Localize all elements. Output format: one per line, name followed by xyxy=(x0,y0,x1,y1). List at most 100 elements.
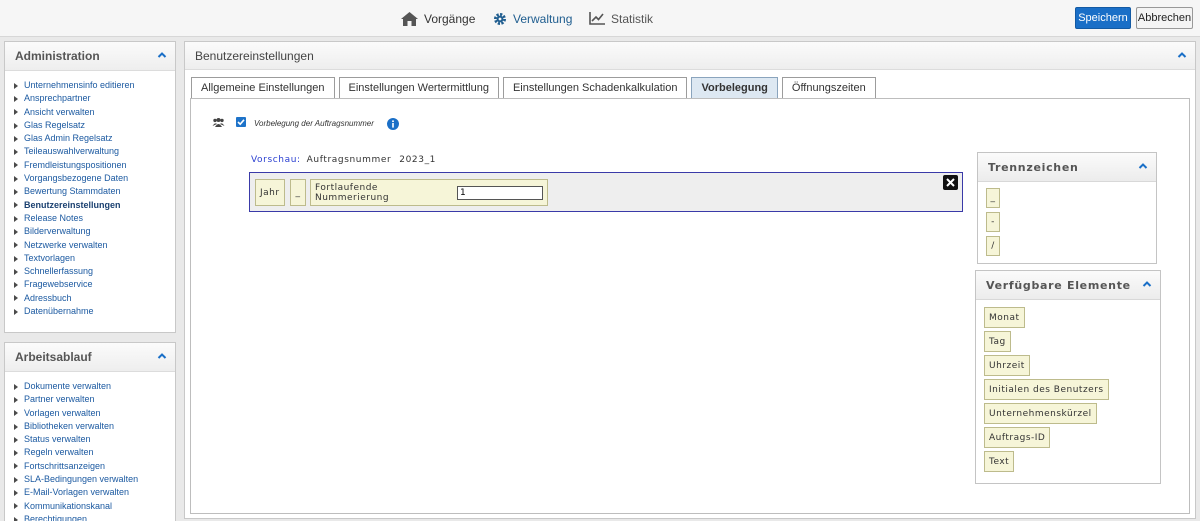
separator-underscore[interactable]: _ xyxy=(986,188,1000,208)
sidebar-item-berechtigungen[interactable]: Berechtigungen xyxy=(14,513,175,521)
triangle-right-icon xyxy=(14,282,18,289)
preview-value: 2023_1 xyxy=(399,155,437,165)
element-tag[interactable]: Tag xyxy=(984,331,1011,352)
save-button[interactable]: Speichern xyxy=(1075,7,1131,29)
sidebar-item-vorgangsdaten[interactable]: Vorgangsbezogene Daten xyxy=(14,172,175,185)
element-unternehmenskuerzel[interactable]: Unternehmenskürzel xyxy=(984,403,1097,424)
triangle-right-icon xyxy=(14,242,18,249)
triangle-right-icon xyxy=(14,503,18,510)
chevron-up-icon[interactable] xyxy=(1142,279,1152,289)
sidebar-item-teileauswahl[interactable]: Teileauswahlverwaltung xyxy=(14,145,175,158)
token-jahr[interactable]: Jahr xyxy=(255,179,285,206)
sidebar-item-sla[interactable]: SLA-Bedingungen verwalten xyxy=(14,473,175,486)
sidebar-item-ansicht[interactable]: Ansicht verwalten xyxy=(14,106,175,119)
separators-title: Trennzeichen xyxy=(988,160,1079,174)
separators-header[interactable]: Trennzeichen xyxy=(978,153,1156,182)
triangle-right-icon xyxy=(14,436,18,443)
sidebar-item-email-vorlagen[interactable]: E-Mail-Vorlagen verwalten xyxy=(14,486,175,499)
sidebar-item-fragewebservice[interactable]: Fragewebservice xyxy=(14,278,175,291)
triangle-right-icon xyxy=(14,476,18,483)
token-fortlaufende-nummerierung[interactable]: Fortlaufende Nummerierung xyxy=(310,179,548,206)
sidebar-item-fremdleistung[interactable]: Fremdleistungspositionen xyxy=(14,159,175,172)
triangle-right-icon xyxy=(14,295,18,302)
sidebar-item-datenuebernahme[interactable]: Datenübernahme xyxy=(14,305,175,318)
workflow-panel: Arbeitsablauf Dokumente verwalten Partne… xyxy=(4,342,176,521)
sidebar-item-schnellerfassung[interactable]: Schnellerfassung xyxy=(14,265,175,278)
home-icon xyxy=(401,11,418,26)
nav-vorgaenge[interactable]: Vorgänge xyxy=(401,0,475,37)
triangle-right-icon xyxy=(14,255,18,262)
chevron-up-icon[interactable] xyxy=(157,351,167,361)
administration-panel: Administration Unternehmensinfo editiere… xyxy=(4,41,176,333)
element-initialen[interactable]: Initialen des Benutzers xyxy=(984,379,1109,400)
element-monat[interactable]: Monat xyxy=(984,307,1025,328)
triangle-right-icon xyxy=(14,135,18,142)
format-dropzone[interactable]: Jahr _ Fortlaufende Nummerierung xyxy=(249,172,963,212)
counter-start-input[interactable] xyxy=(457,185,543,200)
tab-einstellungen-wertermittlung[interactable]: Einstellungen Wertermittlung xyxy=(338,77,499,98)
sidebar-item-regeln[interactable]: Regeln verwalten xyxy=(14,446,175,459)
separator-dash[interactable]: - xyxy=(986,212,1000,232)
close-button[interactable] xyxy=(943,175,958,190)
administration-panel-header[interactable]: Administration xyxy=(5,42,175,71)
tab-vorbelegung[interactable]: Vorbelegung xyxy=(691,77,778,98)
triangle-right-icon xyxy=(14,410,18,417)
chart-icon xyxy=(589,12,605,25)
info-icon[interactable] xyxy=(387,118,399,130)
separators-box: Trennzeichen _ - / xyxy=(977,152,1157,264)
chevron-up-icon[interactable] xyxy=(1177,50,1187,60)
tab-allgemeine-einstellungen[interactable]: Allgemeine Einstellungen xyxy=(191,77,335,98)
element-text[interactable]: Text xyxy=(984,451,1015,472)
triangle-right-icon xyxy=(14,516,18,521)
administration-title: Administration xyxy=(15,49,100,63)
sidebar-item-unternehmensinfo[interactable]: Unternehmensinfo editieren xyxy=(14,79,175,92)
sidebar-item-release-notes[interactable]: Release Notes xyxy=(14,212,175,225)
sidebar-item-vorlagen[interactable]: Vorlagen verwalten xyxy=(14,407,175,420)
sidebar-item-ansprechpartner[interactable]: Ansprechpartner xyxy=(14,92,175,105)
nav-verwaltung-label: Verwaltung xyxy=(513,11,573,26)
sidebar-item-kommunikationskanal[interactable]: Kommunikationskanal xyxy=(14,500,175,513)
element-uhrzeit[interactable]: Uhrzeit xyxy=(984,355,1030,376)
sidebar-item-glas-admin-regelsatz[interactable]: Glas Admin Regelsatz xyxy=(14,132,175,145)
sidebar-item-glas-regelsatz[interactable]: Glas Regelsatz xyxy=(14,119,175,132)
token-separator[interactable]: _ xyxy=(290,179,306,206)
workflow-panel-header[interactable]: Arbeitsablauf xyxy=(5,343,175,372)
separator-slash[interactable]: / xyxy=(986,236,1000,256)
tab-einstellungen-schadenkalkulation[interactable]: Einstellungen Schadenkalkulation xyxy=(502,77,688,98)
main-panel-header[interactable]: Benutzereinstellungen xyxy=(185,42,1195,70)
sidebar-item-textvorlagen[interactable]: Textvorlagen xyxy=(14,252,175,265)
sidebar-item-adressbuch[interactable]: Adressbuch xyxy=(14,292,175,305)
sidebar-item-fortschritt[interactable]: Fortschrittsanzeigen xyxy=(14,460,175,473)
sidebar-item-bibliotheken[interactable]: Bibliotheken verwalten xyxy=(14,420,175,433)
triangle-right-icon xyxy=(14,122,18,129)
triangle-right-icon xyxy=(14,162,18,169)
triangle-right-icon xyxy=(14,463,18,470)
sidebar-item-bilderverwaltung[interactable]: Bilderverwaltung xyxy=(14,225,175,238)
sidebar-item-netzwerke[interactable]: Netzwerke verwalten xyxy=(14,239,175,252)
preview-name: Auftragsnummer xyxy=(306,155,392,165)
sidebar-item-partner[interactable]: Partner verwalten xyxy=(14,393,175,406)
preview-line: Vorschau: Auftragsnummer 2023_1 xyxy=(251,155,436,165)
cancel-button[interactable]: Abbrechen xyxy=(1136,7,1193,29)
sidebar-item-bewertung[interactable]: Bewertung Stammdaten xyxy=(14,185,175,198)
gear-icon xyxy=(494,12,506,25)
workflow-title: Arbeitsablauf xyxy=(15,350,92,364)
element-auftrags-id[interactable]: Auftrags-ID xyxy=(984,427,1051,448)
nav-statistik[interactable]: Statistik xyxy=(589,0,653,37)
users-icon xyxy=(212,118,225,127)
chevron-up-icon[interactable] xyxy=(1138,161,1148,171)
triangle-right-icon xyxy=(14,82,18,89)
triangle-right-icon xyxy=(14,202,18,209)
triangle-right-icon xyxy=(14,175,18,182)
chevron-up-icon[interactable] xyxy=(157,50,167,60)
nav-verwaltung[interactable]: Verwaltung xyxy=(493,0,572,37)
tab-oeffnungszeiten[interactable]: Öffnungszeiten xyxy=(781,77,876,98)
triangle-right-icon xyxy=(14,268,18,275)
sidebar-item-benutzereinstellungen[interactable]: Benutzereinstellungen xyxy=(14,199,175,212)
preview-label: Vorschau: xyxy=(251,155,301,165)
vorbelegung-checkbox[interactable] xyxy=(236,117,246,127)
available-elements-header[interactable]: Verfügbare Elemente xyxy=(976,271,1160,300)
sidebar-item-dokumente[interactable]: Dokumente verwalten xyxy=(14,380,175,393)
close-icon xyxy=(946,178,955,187)
sidebar-item-status[interactable]: Status verwalten xyxy=(14,433,175,446)
